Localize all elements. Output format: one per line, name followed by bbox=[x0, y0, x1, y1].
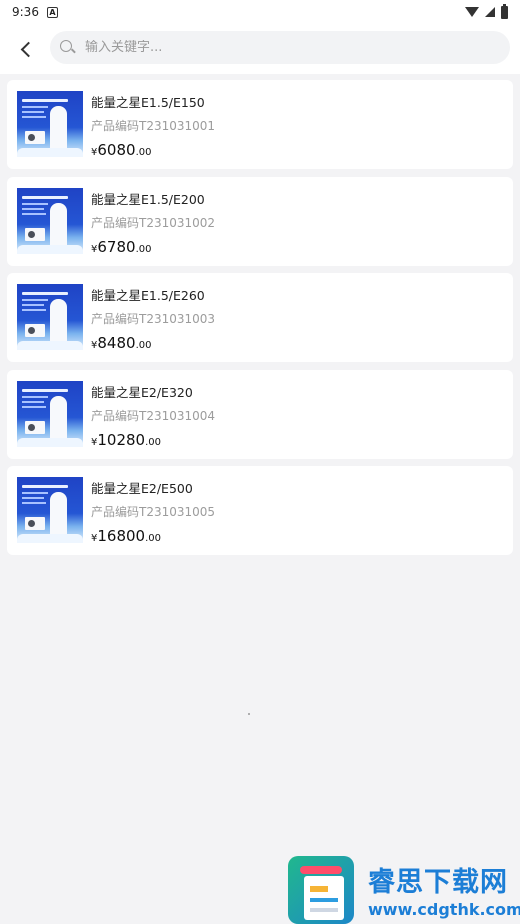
product-list: 能量之星E1.5/E150 产品编码T231031001 ¥6080.00 能量… bbox=[7, 80, 513, 563]
product-name: 能量之星E1.5/E200 bbox=[91, 191, 205, 207]
price-decimal: .00 bbox=[145, 436, 161, 448]
price-integer: 6080 bbox=[97, 141, 136, 159]
product-code: 产品编码T231031002 bbox=[91, 215, 216, 230]
price-decimal: .00 bbox=[135, 147, 152, 158]
watermark-url: www.cdgthk.com bbox=[368, 900, 520, 919]
product-code: 产品编码T231031001 bbox=[91, 119, 216, 133]
product-image bbox=[17, 284, 83, 350]
search-header bbox=[0, 24, 520, 74]
product-card[interactable]: 能量之星E1.5/E150 产品编码T231031001 ¥6080.00 bbox=[7, 80, 513, 169]
product-card[interactable]: 能量之星E2/E320 产品编码T231031004 ¥10280.00 bbox=[7, 369, 513, 459]
product-code: 产品编码T231031003 bbox=[91, 312, 216, 326]
loading-dot bbox=[248, 713, 250, 715]
back-button[interactable] bbox=[4, 27, 48, 71]
search-box[interactable] bbox=[50, 31, 510, 64]
watermark: 睿思下载网 www.cdgthk.com bbox=[288, 856, 520, 924]
product-price: ¥16800.00 bbox=[91, 526, 161, 545]
status-time: 9:36 bbox=[12, 5, 39, 19]
signal-icon bbox=[485, 7, 495, 17]
price-integer: 6780 bbox=[97, 237, 136, 256]
price-decimal: .00 bbox=[135, 243, 152, 255]
product-name: 能量之星E2/E320 bbox=[91, 384, 193, 400]
battery-icon bbox=[501, 3, 508, 19]
search-input[interactable] bbox=[85, 40, 465, 55]
watermark-logo-icon bbox=[288, 856, 354, 924]
price-integer: 16800 bbox=[97, 527, 146, 545]
price-decimal: .00 bbox=[135, 340, 152, 351]
product-code: 产品编码T231031005 bbox=[91, 505, 216, 519]
product-code: 产品编码T231031004 bbox=[91, 408, 216, 423]
product-image bbox=[17, 91, 83, 157]
back-chevron-icon bbox=[20, 41, 36, 57]
product-card[interactable]: 能量之星E1.5/E200 产品编码T231031002 ¥6780.00 bbox=[7, 176, 513, 266]
watermark-title: 睿思下载网 bbox=[368, 867, 508, 898]
product-price: ¥10280.00 bbox=[91, 430, 161, 449]
product-price: ¥6780.00 bbox=[91, 237, 151, 256]
search-icon bbox=[60, 39, 76, 56]
product-price: ¥8480.00 bbox=[91, 333, 151, 352]
product-name: 能量之星E2/E500 bbox=[91, 481, 193, 496]
product-image bbox=[17, 380, 83, 447]
product-image bbox=[17, 477, 83, 543]
product-card[interactable]: 能量之星E1.5/E260 产品编码T231031003 ¥8480.00 bbox=[7, 273, 513, 362]
status-bar: 9:36 A bbox=[0, 0, 520, 24]
product-name: 能量之星E1.5/E150 bbox=[91, 95, 205, 110]
notification-icon: A bbox=[46, 6, 58, 18]
product-name: 能量之星E1.5/E260 bbox=[91, 288, 205, 303]
product-price: ¥6080.00 bbox=[91, 140, 151, 159]
product-image bbox=[17, 187, 83, 254]
wifi-icon bbox=[465, 7, 479, 17]
product-card[interactable]: 能量之星E2/E500 产品编码T231031005 ¥16800.00 bbox=[7, 466, 513, 555]
price-integer: 10280 bbox=[97, 430, 146, 449]
status-icons bbox=[465, 3, 508, 19]
price-decimal: .00 bbox=[145, 533, 161, 544]
price-integer: 8480 bbox=[97, 334, 136, 352]
